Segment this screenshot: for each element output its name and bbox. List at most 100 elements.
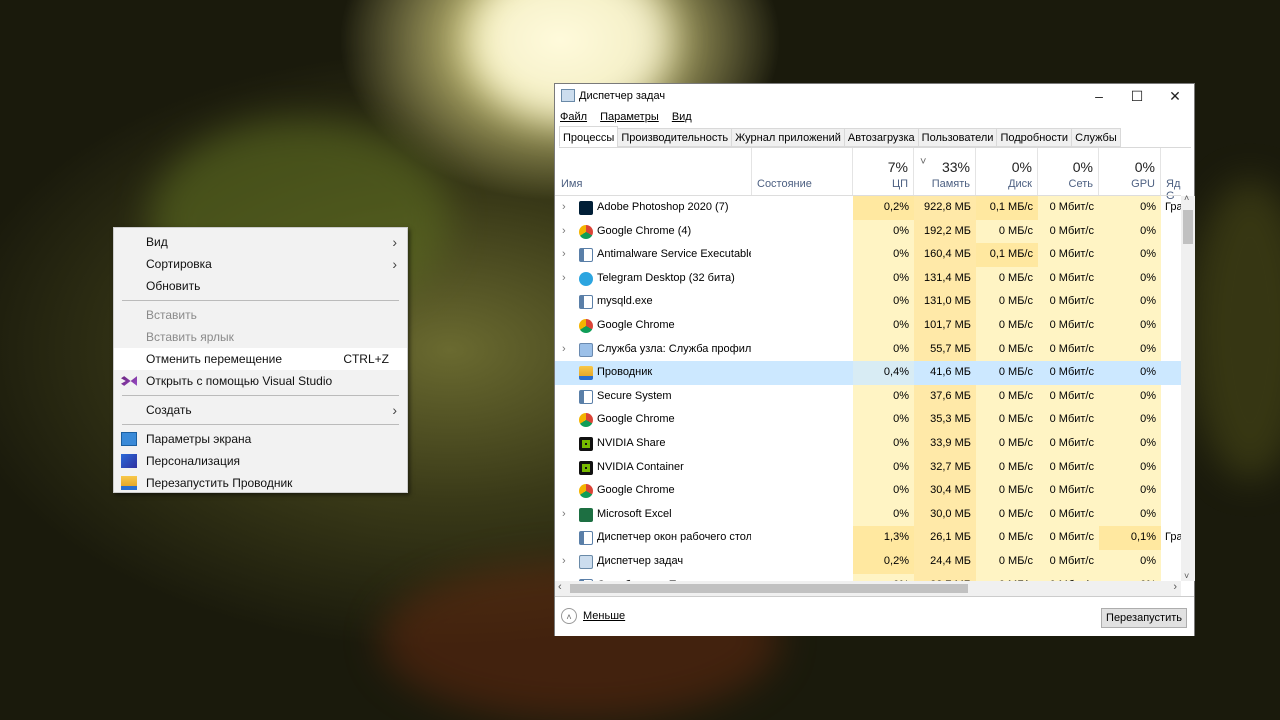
menu-item-11[interactable]: Параметры экрана <box>114 428 407 450</box>
maximize-button[interactable]: ☐ <box>1118 84 1156 108</box>
column-gpu-engine[interactable]: Ядро G <box>1161 148 1181 202</box>
process-status <box>752 385 853 409</box>
process-row[interactable]: Secure System 0% 37,6 МБ 0 МБ/с 0 Мбит/с 0% <box>555 384 1181 409</box>
scroll-down-icon[interactable]: ˅ <box>1184 571 1189 581</box>
process-cpu: 0% <box>853 290 914 314</box>
tab-2[interactable]: Журнал приложений <box>731 128 845 147</box>
column-memory[interactable]: ˅ 33% Память <box>914 148 976 195</box>
process-row[interactable]: › Adobe Photoshop 2020 (7) 0,2% 922,8 МБ 0,1… <box>555 196 1181 220</box>
chevron-right-icon[interactable]: › <box>562 220 566 244</box>
process-row[interactable]: NVIDIA Container 0% 32,7 МБ 0 МБ/с 0 Мбит/с 0… <box>555 455 1181 480</box>
nvidia-icon <box>579 460 593 475</box>
chevron-right-icon[interactable]: › <box>562 196 566 220</box>
chevron-right-icon: › <box>392 234 397 250</box>
chevron-right-icon[interactable]: › <box>562 550 566 574</box>
process-gpu: 0% <box>1099 573 1161 581</box>
vertical-scrollbar[interactable]: ˄ ˅ <box>1181 193 1195 581</box>
process-row[interactable]: › Служба узла: Служба профил... 0% 55,7 МБ 0… <box>555 337 1181 362</box>
process-status <box>752 503 853 527</box>
column-status[interactable]: Состояние <box>752 148 853 195</box>
menu-options[interactable]: Параметры <box>600 111 659 123</box>
menu-item-5[interactable]: Вставить ярлык <box>114 326 407 348</box>
restart-button[interactable]: Перезапустить <box>1101 608 1187 628</box>
process-gpu: 0% <box>1099 314 1161 338</box>
menu-item-0[interactable]: Вид › <box>114 231 407 253</box>
process-name: › Диспетчер задач <box>555 550 751 574</box>
process-name: › Microsoft Excel <box>555 503 751 527</box>
column-cpu[interactable]: 7% ЦП <box>853 148 914 195</box>
chevron-right-icon[interactable]: › <box>562 574 566 581</box>
scroll-left-icon[interactable]: ‹ <box>558 581 562 593</box>
process-row[interactable]: mysqld.exe 0% 131,0 МБ 0 МБ/с 0 Мбит/с 0% <box>555 290 1181 314</box>
process-row[interactable]: › Диспетчер задач 0,2% 24,4 МБ 0 МБ/с 0 Мбит/… <box>555 550 1181 574</box>
column-network[interactable]: 0% Сеть <box>1038 148 1099 195</box>
process-disk: 0 МБ/с <box>976 573 1038 581</box>
horizontal-scrollbar[interactable]: ‹ › <box>555 581 1181 596</box>
process-status <box>752 432 853 456</box>
process-gpu: 0% <box>1099 408 1161 432</box>
less-details-button[interactable]: ˄ Меньше <box>561 608 625 624</box>
process-row[interactable]: Google Chrome 0% 30,4 МБ 0 МБ/с 0 Мбит/с 0% <box>555 479 1181 503</box>
process-row[interactable]: Google Chrome 0% 101,7 МБ 0 МБ/с 0 Мбит/с 0% <box>555 314 1181 338</box>
minimize-button[interactable]: – <box>1080 84 1118 108</box>
chevron-right-icon: › <box>392 402 397 418</box>
menu-item-6[interactable]: Отменить перемещение CTRL+Z <box>114 348 407 370</box>
menu-item-13[interactable]: Перезапустить Проводник <box>114 472 407 494</box>
tab-0[interactable]: Процессы <box>559 126 619 147</box>
column-gpu[interactable]: 0% GPU <box>1099 148 1161 195</box>
column-name[interactable]: Имя <box>555 148 752 195</box>
process-status <box>752 526 853 550</box>
scroll-thumb[interactable] <box>570 584 968 593</box>
tab-3[interactable]: Автозагрузка <box>843 128 919 147</box>
process-row[interactable]: ›Служба узла: П...0%22,7 МБ0 МБ/с0 Мбит/… <box>555 573 1181 581</box>
menu-item-label: Создать <box>146 403 192 417</box>
column-disk[interactable]: 0% Диск <box>976 148 1038 195</box>
tab-1[interactable]: Производительность <box>617 128 733 147</box>
process-row[interactable]: Проводник 0,4% 41,6 МБ 0 МБ/с 0 Мбит/с 0% <box>555 361 1181 385</box>
menu-item-12[interactable]: Персонализация <box>114 450 407 472</box>
process-net: 0 Мбит/с <box>1038 266 1099 291</box>
scroll-right-icon[interactable]: › <box>1173 581 1177 593</box>
process-row[interactable]: › Telegram Desktop (32 бита) 0% 131,4 МБ 0 М… <box>555 266 1181 291</box>
process-row[interactable]: NVIDIA Share 0% 33,9 МБ 0 МБ/с 0 Мбит/с 0% <box>555 432 1181 456</box>
chevron-right-icon[interactable]: › <box>562 243 566 267</box>
scroll-thumb[interactable] <box>1183 210 1193 244</box>
process-row[interactable]: › Antimalware Service Executable 0% 160,4 М… <box>555 243 1181 267</box>
process-row[interactable]: Google Chrome 0% 35,3 МБ 0 МБ/с 0 Мбит/с 0% <box>555 408 1181 432</box>
menu-item-4[interactable]: Вставить <box>114 304 407 326</box>
excel-icon <box>579 507 593 522</box>
tab-6[interactable]: Службы <box>1071 128 1121 147</box>
menu-item-1[interactable]: Сортировка › <box>114 253 407 275</box>
menu-item-2[interactable]: Обновить <box>114 275 407 297</box>
process-name: › Служба узла: Служба профил... <box>555 338 751 362</box>
process-status <box>752 243 853 267</box>
service-icon <box>579 295 593 310</box>
menu-view[interactable]: Вид <box>672 111 692 123</box>
menu-item-7[interactable]: Открыть с помощью Visual Studio <box>114 370 407 392</box>
chevron-right-icon[interactable]: › <box>562 503 566 527</box>
process-name-label: NVIDIA Share <box>597 437 666 449</box>
scroll-up-icon[interactable]: ˄ <box>1184 193 1189 203</box>
process-net: 0 Мбит/с <box>1038 526 1099 550</box>
process-row[interactable]: Диспетчер окон рабочего стола 1,3% 26,1 МБ… <box>555 526 1181 550</box>
process-row[interactable]: › Microsoft Excel 0% 30,0 МБ 0 МБ/с 0 Мбит/с 0… <box>555 502 1181 527</box>
process-name-label: Google Chrome <box>597 484 675 497</box>
column-label: Сеть <box>1068 178 1093 190</box>
menu-item-9[interactable]: Создать › <box>114 399 407 421</box>
menu-file[interactable]: Файл <box>560 111 587 123</box>
chevron-right-icon[interactable]: › <box>562 338 566 362</box>
chrome-icon <box>579 224 593 239</box>
chevron-right-icon[interactable]: › <box>562 267 566 291</box>
process-name-label: mysqld.exe <box>597 295 653 308</box>
process-mem: 131,4 МБ <box>914 266 976 291</box>
close-button[interactable]: ✕ <box>1156 84 1194 108</box>
explorer-folder-icon <box>579 366 593 381</box>
process-status <box>752 456 853 480</box>
process-disk: 0 МБ/с <box>976 361 1038 385</box>
process-row[interactable]: › Google Chrome (4) 0% 192,2 МБ 0 МБ/с 0 Мбит… <box>555 219 1181 244</box>
tab-5[interactable]: Подробности <box>996 128 1073 147</box>
process-name-label: Google Chrome <box>597 413 675 426</box>
process-disk: 0 МБ/с <box>976 479 1038 503</box>
process-cpu: 0% <box>853 266 914 291</box>
tab-4[interactable]: Пользователи <box>917 128 998 147</box>
